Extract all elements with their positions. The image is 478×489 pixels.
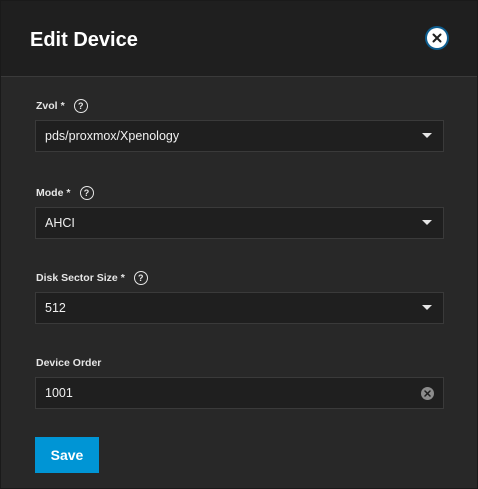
close-icon [427, 28, 447, 48]
save-button[interactable]: Save [35, 437, 99, 473]
mode-select[interactable]: AHCI [35, 207, 444, 239]
disk-sector-size-select[interactable]: 512 [35, 292, 444, 324]
required-mark: * [120, 272, 125, 284]
mode-label: Mode * ? [36, 185, 94, 201]
required-mark: * [60, 100, 65, 112]
disk-sector-size-value: 512 [45, 301, 66, 315]
help-icon[interactable]: ? [133, 271, 148, 285]
device-order-input[interactable]: 1001 [35, 377, 444, 409]
dialog-title: Edit Device [30, 29, 138, 51]
edit-device-dialog: Edit Device Zvol * ? pds/proxmox/Xpenolo… [0, 0, 478, 489]
mode-label-text: Mode [36, 187, 64, 199]
device-order-label-text: Device Order [36, 357, 102, 369]
dropdown-arrow-icon [422, 305, 432, 310]
zvol-label: Zvol * ? [36, 98, 88, 114]
disk-sector-size-label-text: Disk Sector Size [36, 272, 118, 284]
required-mark: * [66, 187, 71, 199]
help-icon[interactable]: ? [79, 186, 94, 200]
help-icon[interactable]: ? [73, 99, 88, 113]
dropdown-arrow-icon [422, 220, 432, 225]
zvol-label-text: Zvol [36, 100, 58, 112]
close-button[interactable] [425, 26, 449, 50]
device-order-value: 1001 [45, 386, 73, 400]
device-order-label: Device Order [36, 355, 101, 371]
mode-value: AHCI [45, 216, 75, 230]
dropdown-arrow-icon [422, 133, 432, 138]
disk-sector-size-label: Disk Sector Size * ? [36, 270, 148, 286]
dialog-header: Edit Device [1, 1, 477, 77]
clear-icon[interactable] [421, 387, 434, 400]
zvol-value: pds/proxmox/Xpenology [45, 129, 180, 143]
zvol-select[interactable]: pds/proxmox/Xpenology [35, 120, 444, 152]
